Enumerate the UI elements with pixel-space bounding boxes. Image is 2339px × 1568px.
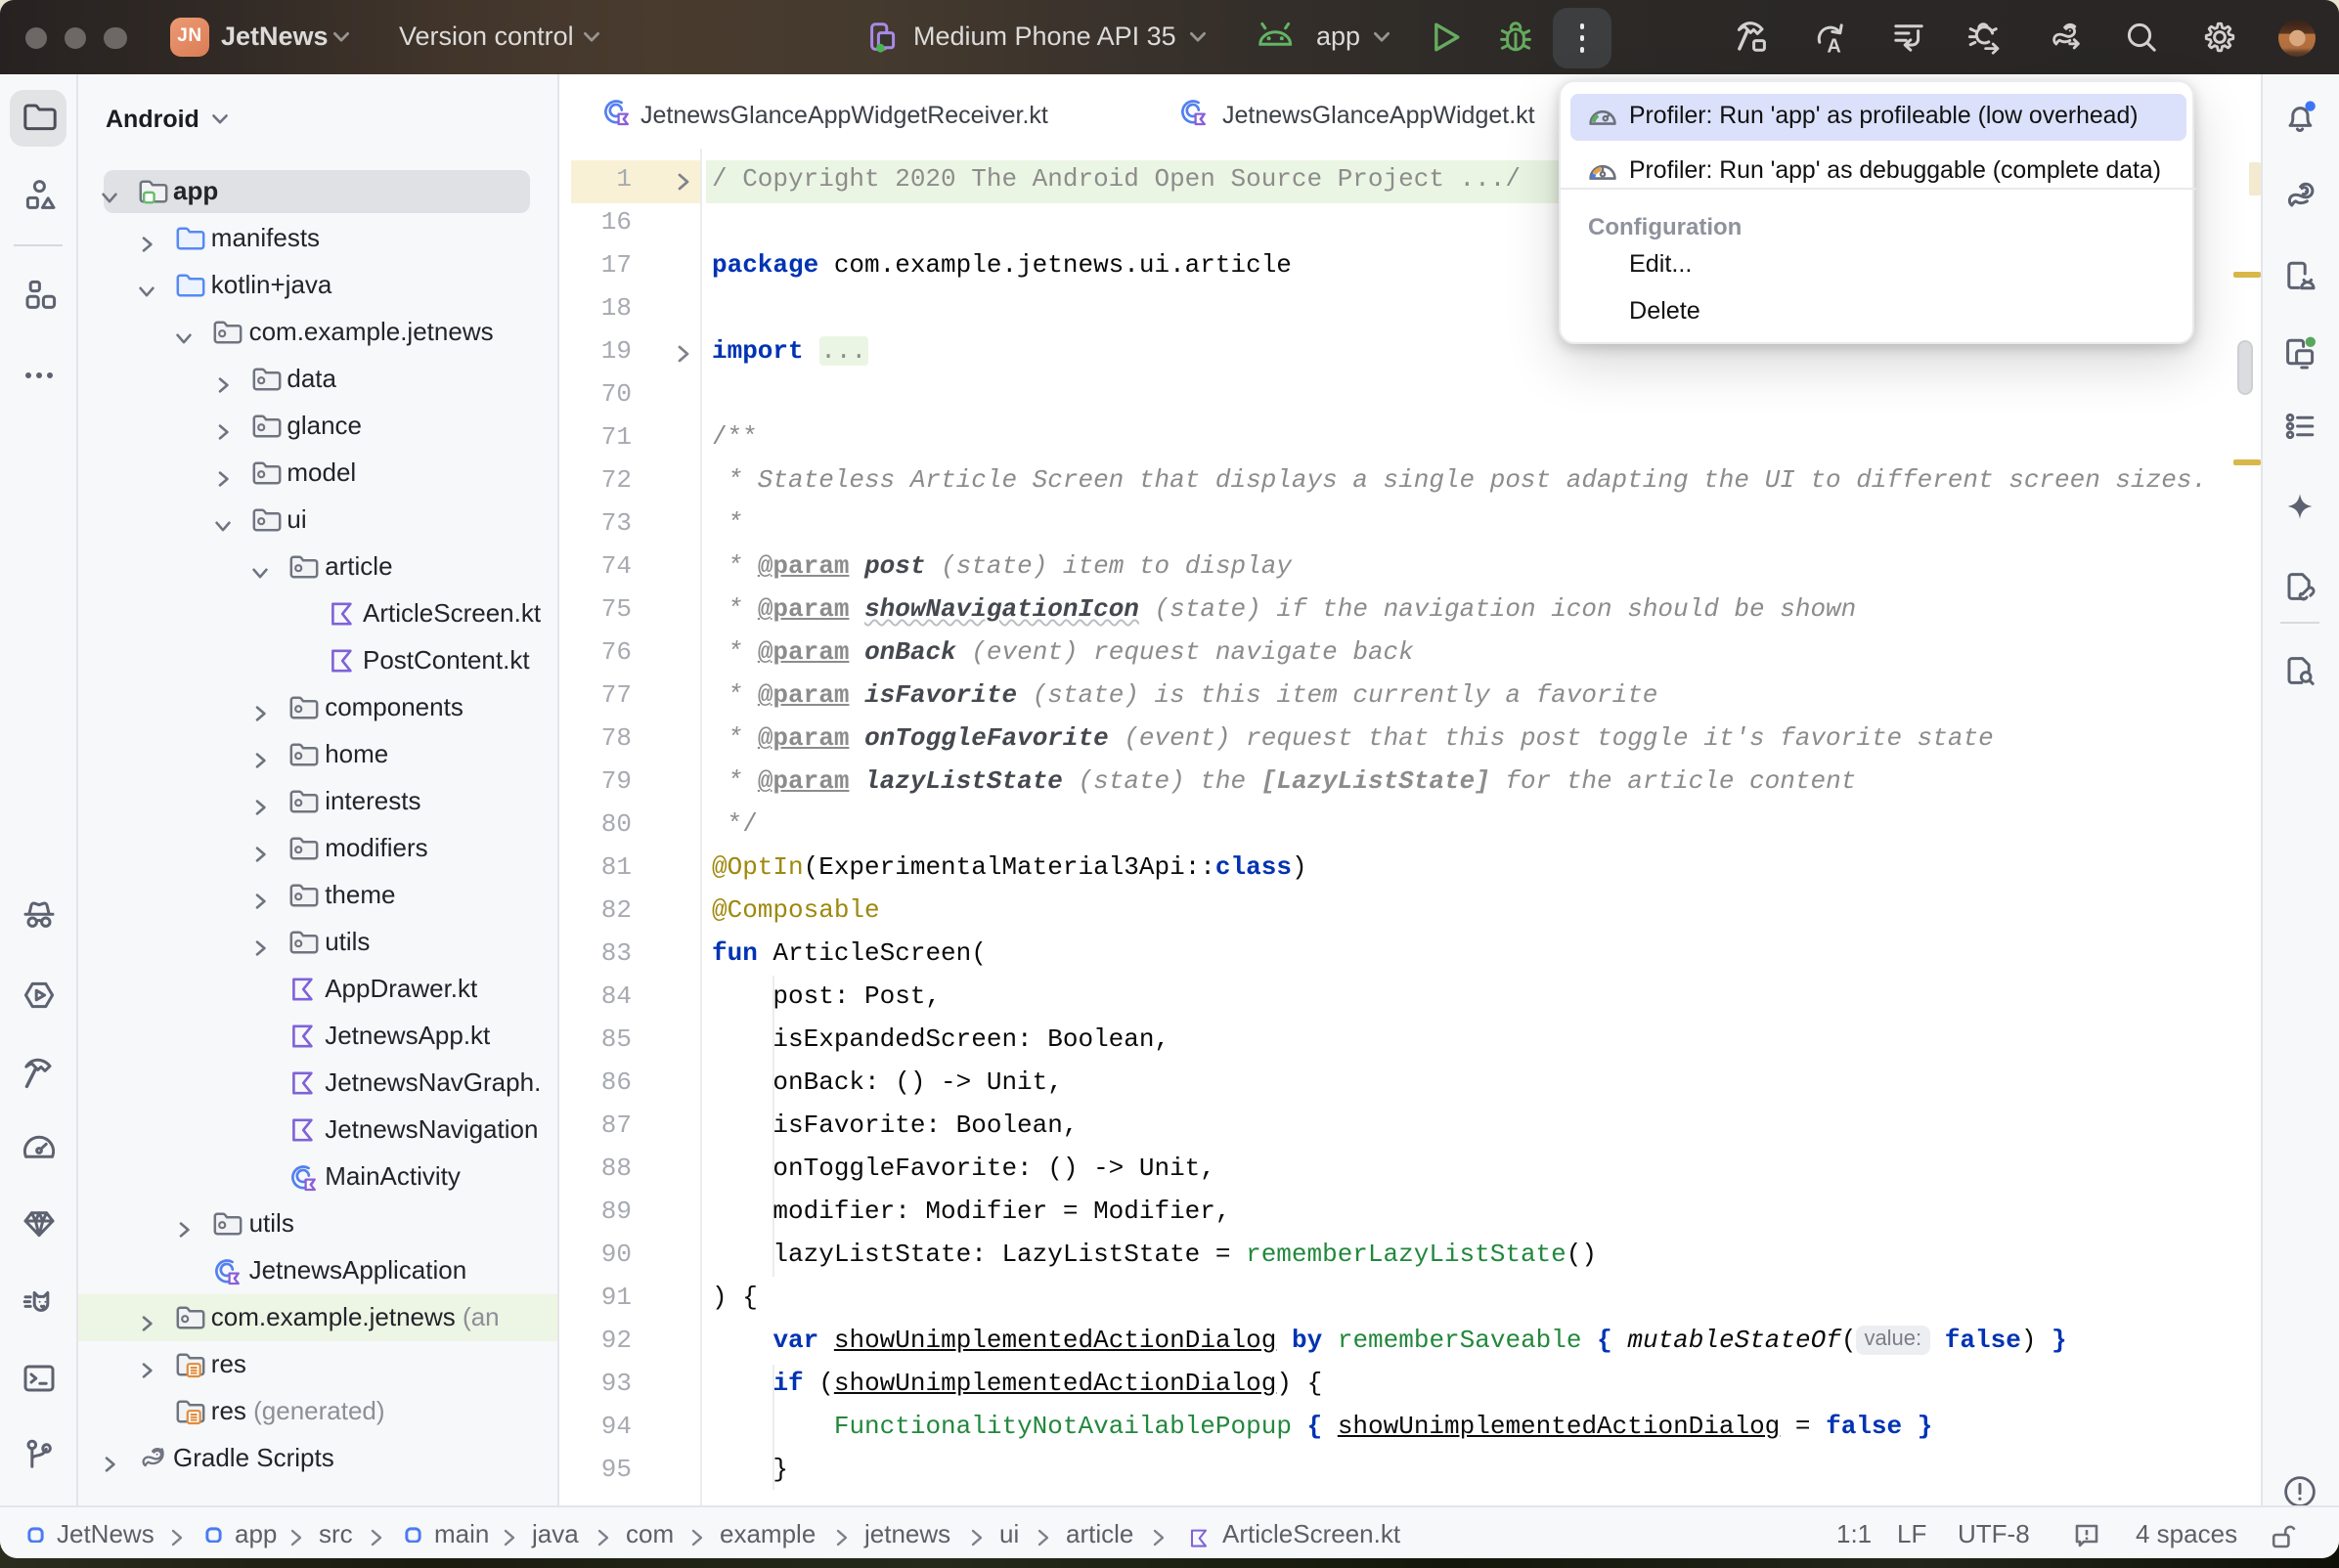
svg-text:A: A [1827, 36, 1840, 57]
